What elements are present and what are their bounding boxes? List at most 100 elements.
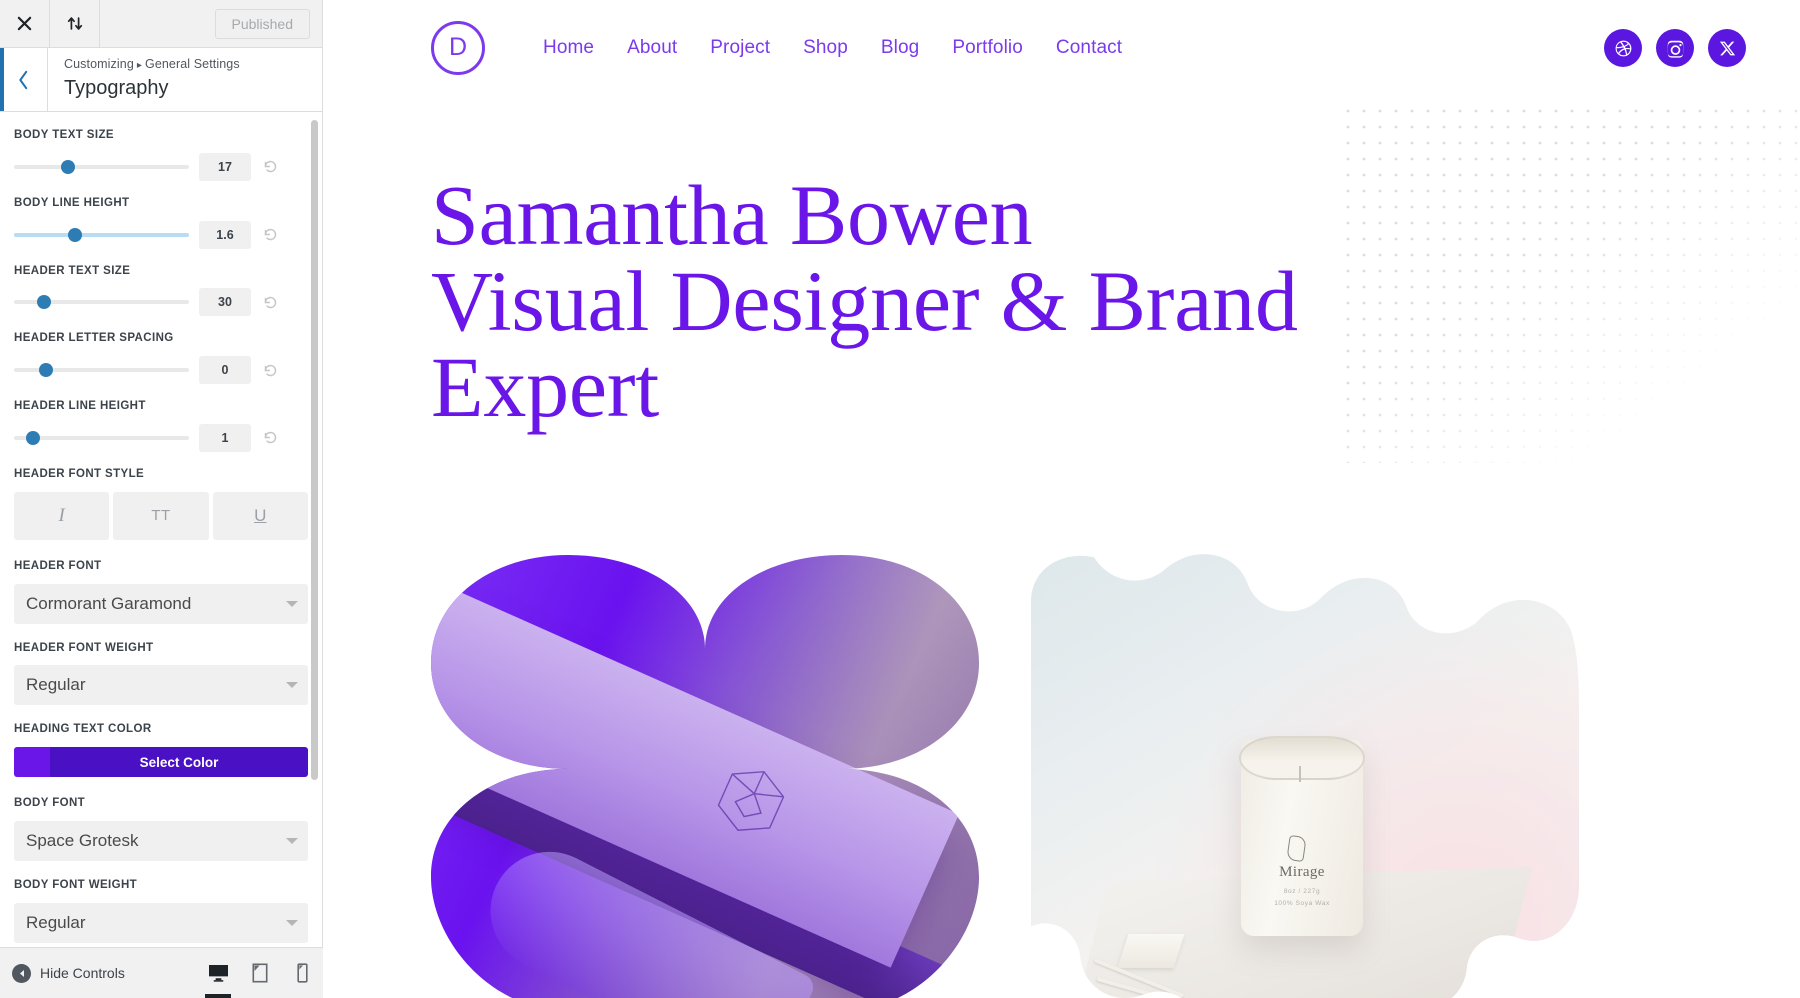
hide-controls-button[interactable]: Hide Controls xyxy=(12,963,125,983)
value-input-body-text-size[interactable]: 17 xyxy=(199,152,251,181)
control-body-text-size: BODY TEXT SIZE 17 xyxy=(14,129,308,181)
dribbble-icon[interactable] xyxy=(1604,29,1642,67)
underline-button[interactable]: U xyxy=(212,491,308,540)
control-label: HEADER FONT xyxy=(14,559,102,572)
body-font-weight-value: Regular xyxy=(26,912,86,932)
device-preview-switcher xyxy=(197,948,323,998)
site-header: D Home About Project Shop Blog Portfolio… xyxy=(323,0,1800,96)
hide-controls-label: Hide Controls xyxy=(40,965,125,981)
back-button[interactable] xyxy=(0,48,48,111)
customizer-controls-list[interactable]: BODY TEXT SIZE 17 BODY LINE HEIGHT 1.6 H… xyxy=(0,113,322,947)
control-header-line-height: HEADER LINE HEIGHT 1 xyxy=(14,400,308,452)
nav-item-about[interactable]: About xyxy=(627,37,677,59)
hero-line-3: Expert xyxy=(431,339,660,435)
matchsticks xyxy=(1085,928,1275,998)
breadcrumb-parent: General Settings xyxy=(145,57,240,71)
candle-product-image: Mirage 8oz / 227g 100% Soya Wax xyxy=(1031,548,1579,998)
control-header-letter-spacing: HEADER LETTER SPACING 0 xyxy=(14,332,308,385)
body-font-weight-select[interactable]: Regular xyxy=(14,902,308,943)
control-label: HEADER LINE HEIGHT xyxy=(14,400,146,413)
color-swatch xyxy=(14,747,50,778)
device-desktop[interactable] xyxy=(197,948,239,998)
header-font-value: Cormorant Garamond xyxy=(26,593,192,613)
control-label: BODY LINE HEIGHT xyxy=(14,196,130,209)
instagram-icon[interactable] xyxy=(1656,29,1694,67)
screen: D Home About Project Shop Blog Portfolio… xyxy=(0,0,1800,998)
reset-icon[interactable] xyxy=(255,424,285,452)
site-preview-frame: D Home About Project Shop Blog Portfolio… xyxy=(323,0,1800,998)
nav-item-blog[interactable]: Blog xyxy=(881,37,919,59)
hero-line-2: Visual Designer & Brand xyxy=(431,253,1298,349)
customizer-panel: Published Customizing ▸ General Settings T… xyxy=(0,0,323,998)
control-label: BODY TEXT SIZE xyxy=(14,129,114,141)
nav-item-project[interactable]: Project xyxy=(710,37,770,59)
publish-button[interactable]: Published xyxy=(214,8,310,39)
value-input-body-line-height[interactable]: 1.6 xyxy=(199,220,251,249)
candle-logo-mark xyxy=(1286,835,1306,862)
control-label: HEADER FONT STYLE xyxy=(14,467,145,480)
nav-item-home[interactable]: Home xyxy=(543,37,594,59)
reset-icon[interactable] xyxy=(255,153,285,181)
heading-color-picker[interactable]: Select Color xyxy=(14,747,308,778)
hero-line-1: Samantha Bowen xyxy=(431,167,1033,263)
slider-header-line-height[interactable] xyxy=(14,428,189,448)
value-input-header-text-size[interactable]: 30 xyxy=(199,288,251,317)
candle-material-label: 100% Soya Wax xyxy=(1274,900,1330,907)
customizer-section-header: Customizing ▸ General Settings Typography xyxy=(0,48,322,112)
nav-item-contact[interactable]: Contact xyxy=(1056,37,1122,59)
slider-header-letter-spacing[interactable] xyxy=(14,360,189,380)
control-label: HEADER TEXT SIZE xyxy=(14,264,131,277)
value-input-header-line-height[interactable]: 1 xyxy=(199,423,251,452)
uppercase-button[interactable]: TT xyxy=(113,491,209,540)
control-label: HEADER LETTER SPACING xyxy=(14,332,174,345)
social-links xyxy=(1604,29,1766,67)
italic-button[interactable]: I xyxy=(14,491,110,540)
up-down-arrows-icon[interactable] xyxy=(50,0,100,47)
hero-gallery: Mirage 8oz / 227g 100% Soya Wax xyxy=(431,548,1611,998)
product-packaging-image xyxy=(431,548,979,998)
logo-letter: D xyxy=(448,33,468,61)
main-navigation: Home About Project Shop Blog Portfolio C… xyxy=(543,37,1122,59)
value-input-header-letter-spacing[interactable]: 0 xyxy=(199,356,251,385)
select-color-button[interactable]: Select Color xyxy=(50,747,308,778)
customizer-scrollbar[interactable] xyxy=(311,120,318,780)
header-font-select[interactable]: Cormorant Garamond xyxy=(14,583,308,624)
nav-item-portfolio[interactable]: Portfolio xyxy=(952,37,1023,59)
control-body-font-weight: BODY FONT WEIGHT Regular xyxy=(14,879,308,943)
control-label: HEADER FONT WEIGHT xyxy=(14,641,154,654)
device-tablet[interactable] xyxy=(239,948,281,998)
candle-brand-label: Mirage xyxy=(1279,864,1325,880)
customizer-topbar: Published xyxy=(0,0,322,48)
collapse-left-icon xyxy=(12,963,31,983)
customizer-footer: Hide Controls xyxy=(0,947,323,998)
breadcrumb-root: Customizing xyxy=(64,57,134,71)
control-label: BODY FONT WEIGHT xyxy=(14,878,138,891)
header-font-weight-value: Regular xyxy=(26,675,86,695)
device-mobile[interactable] xyxy=(281,948,323,998)
reset-icon[interactable] xyxy=(255,288,285,316)
reset-icon[interactable] xyxy=(255,356,285,384)
slider-header-text-size[interactable] xyxy=(14,292,189,312)
page-title: Typography xyxy=(64,77,169,100)
slider-body-line-height[interactable] xyxy=(14,225,189,245)
control-header-font-weight: HEADER FONT WEIGHT Regular xyxy=(14,642,308,706)
control-header-font-style: HEADER FONT STYLE I TT U xyxy=(14,468,308,540)
header-font-weight-select[interactable]: Regular xyxy=(14,665,308,706)
chevron-down-icon xyxy=(286,600,298,607)
reset-icon[interactable] xyxy=(255,221,285,249)
x-twitter-icon[interactable] xyxy=(1708,29,1746,67)
breadcrumb: Customizing ▸ General Settings xyxy=(64,56,308,72)
chevron-down-icon xyxy=(286,682,298,689)
hero-section: Samantha Bowen Visual Designer & Brand E… xyxy=(323,96,1800,430)
chevron-down-icon xyxy=(286,837,298,844)
close-icon[interactable] xyxy=(0,0,50,47)
divi-logo-icon[interactable]: D xyxy=(431,21,485,75)
control-label: HEADING TEXT COLOR xyxy=(14,723,152,736)
breadcrumb-separator-icon: ▸ xyxy=(136,60,142,71)
control-header-text-size: HEADER TEXT SIZE 30 xyxy=(14,265,308,317)
body-font-select[interactable]: Space Grotesk xyxy=(14,820,308,861)
nav-item-shop[interactable]: Shop xyxy=(803,37,848,59)
control-body-font: BODY FONT Space Grotesk xyxy=(14,797,308,861)
slider-body-text-size[interactable] xyxy=(14,157,189,177)
page-title: Samantha Bowen Visual Designer & Brand E… xyxy=(431,172,1361,430)
